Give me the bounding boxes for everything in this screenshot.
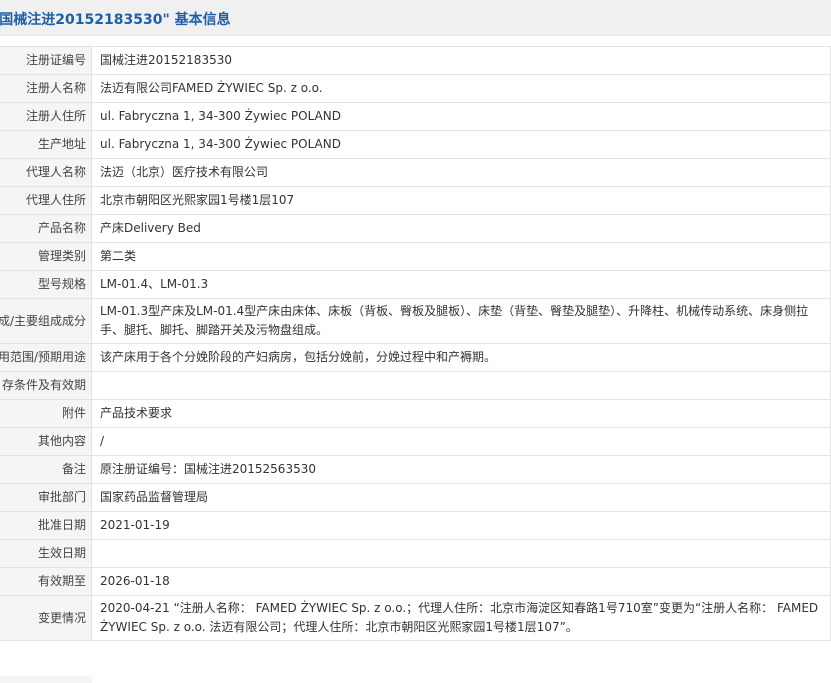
- table-row: 附件 产品技术要求: [0, 399, 831, 428]
- table-row: 型号规格 LM-01.4、LM-01.3: [0, 270, 831, 299]
- field-label: 注册证编号: [0, 46, 92, 75]
- field-value: 2020-04-21 “注册人名称： FAMED ŻYWIEC Sp. z o.…: [91, 595, 831, 641]
- field-value: 该产床用于各个分娩阶段的产妇病房，包括分娩前，分娩过程中和产褥期。: [91, 343, 831, 372]
- table-row: 注册人住所 ul. Fabryczna 1, 34-300 Żywiec POL…: [0, 102, 831, 131]
- field-value: [91, 371, 831, 400]
- table-row: 变更情况 2020-04-21 “注册人名称： FAMED ŻYWIEC Sp.…: [0, 595, 831, 641]
- field-value: LM-01.3型产床及LM-01.4型产床由床体、床板（背板、臀板及腿板）、床垫…: [91, 298, 831, 344]
- table-row: 批准日期 2021-01-19: [0, 511, 831, 540]
- field-label: 存条件及有效期: [0, 371, 92, 400]
- field-label: 用范围/预期用途: [0, 343, 92, 372]
- field-value: LM-01.4、LM-01.3: [91, 270, 831, 299]
- field-value: 国械注进20152183530: [91, 46, 831, 75]
- field-value: 产床Delivery Bed: [91, 214, 831, 243]
- field-label: 有效期至: [0, 567, 92, 596]
- field-value: 第二类: [91, 242, 831, 271]
- table-row: 备注 原注册证编号：国械注进20152563530: [0, 455, 831, 484]
- table-row: 产品名称 产床Delivery Bed: [0, 214, 831, 243]
- table-row: 代理人住所 北京市朝阳区光熙家园1号楼1层107: [0, 186, 831, 215]
- field-value: /: [91, 427, 831, 456]
- field-label: 变更情况: [0, 595, 92, 641]
- table-row: 审批部门 国家药品监督管理局: [0, 483, 831, 512]
- field-label: 注册人名称: [0, 74, 92, 103]
- field-label: 代理人名称: [0, 158, 92, 187]
- table-row: 成/主要组成成分 LM-01.3型产床及LM-01.4型产床由床体、床板（背板、…: [0, 298, 831, 344]
- field-value: 原注册证编号：国械注进20152563530: [91, 455, 831, 484]
- field-value: 法迈（北京）医疗技术有限公司: [91, 158, 831, 187]
- field-value: 北京市朝阳区光熙家园1号楼1层107: [91, 186, 831, 215]
- table-row: 其他内容 /: [0, 427, 831, 456]
- field-label: 审批部门: [0, 483, 92, 512]
- field-label: 批准日期: [0, 511, 92, 540]
- field-label: 生产地址: [0, 130, 92, 159]
- field-value: 法迈有限公司FAMED ŻYWIEC Sp. z o.o.: [91, 74, 831, 103]
- field-value: ul. Fabryczna 1, 34-300 Żywiec POLAND: [91, 130, 831, 159]
- page-title: "国械注进20152183530" 基本信息: [0, 12, 231, 28]
- table-row: 存条件及有效期: [0, 371, 831, 400]
- table-row: 有效期至 2026-01-18: [0, 567, 831, 596]
- table-row: 代理人名称 法迈（北京）医疗技术有限公司: [0, 158, 831, 187]
- field-label: 附件: [0, 399, 92, 428]
- field-label: 型号规格: [0, 270, 92, 299]
- field-value: 国家药品监督管理局: [91, 483, 831, 512]
- field-value: [91, 539, 831, 568]
- table-row: 注册证编号 国械注进20152183530: [0, 46, 831, 75]
- field-value: 2021-01-19: [91, 511, 831, 540]
- table-row: 管理类别 第二类: [0, 242, 831, 271]
- field-label: 备注: [0, 455, 92, 484]
- field-value: 2026-01-18: [91, 567, 831, 596]
- table-bottom-edge: [0, 676, 92, 683]
- field-label: 生效日期: [0, 539, 92, 568]
- field-label: 代理人住所: [0, 186, 92, 215]
- table-row: 注册人名称 法迈有限公司FAMED ŻYWIEC Sp. z o.o.: [0, 74, 831, 103]
- table-row: 用范围/预期用途 该产床用于各个分娩阶段的产妇病房，包括分娩前，分娩过程中和产褥…: [0, 343, 831, 372]
- field-value: 产品技术要求: [91, 399, 831, 428]
- field-value: ul. Fabryczna 1, 34-300 Żywiec POLAND: [91, 102, 831, 131]
- table-row: 生产地址 ul. Fabryczna 1, 34-300 Żywiec POLA…: [0, 130, 831, 159]
- field-label: 成/主要组成成分: [0, 298, 92, 344]
- table-row: 生效日期: [0, 539, 831, 568]
- field-label: 管理类别: [0, 242, 92, 271]
- field-label: 产品名称: [0, 214, 92, 243]
- field-label: 其他内容: [0, 427, 92, 456]
- basic-info-table: 注册证编号 国械注进20152183530 注册人名称 法迈有限公司FAMED …: [0, 46, 831, 641]
- info-header: "国械注进20152183530" 基本信息: [0, 0, 831, 36]
- field-label: 注册人住所: [0, 102, 92, 131]
